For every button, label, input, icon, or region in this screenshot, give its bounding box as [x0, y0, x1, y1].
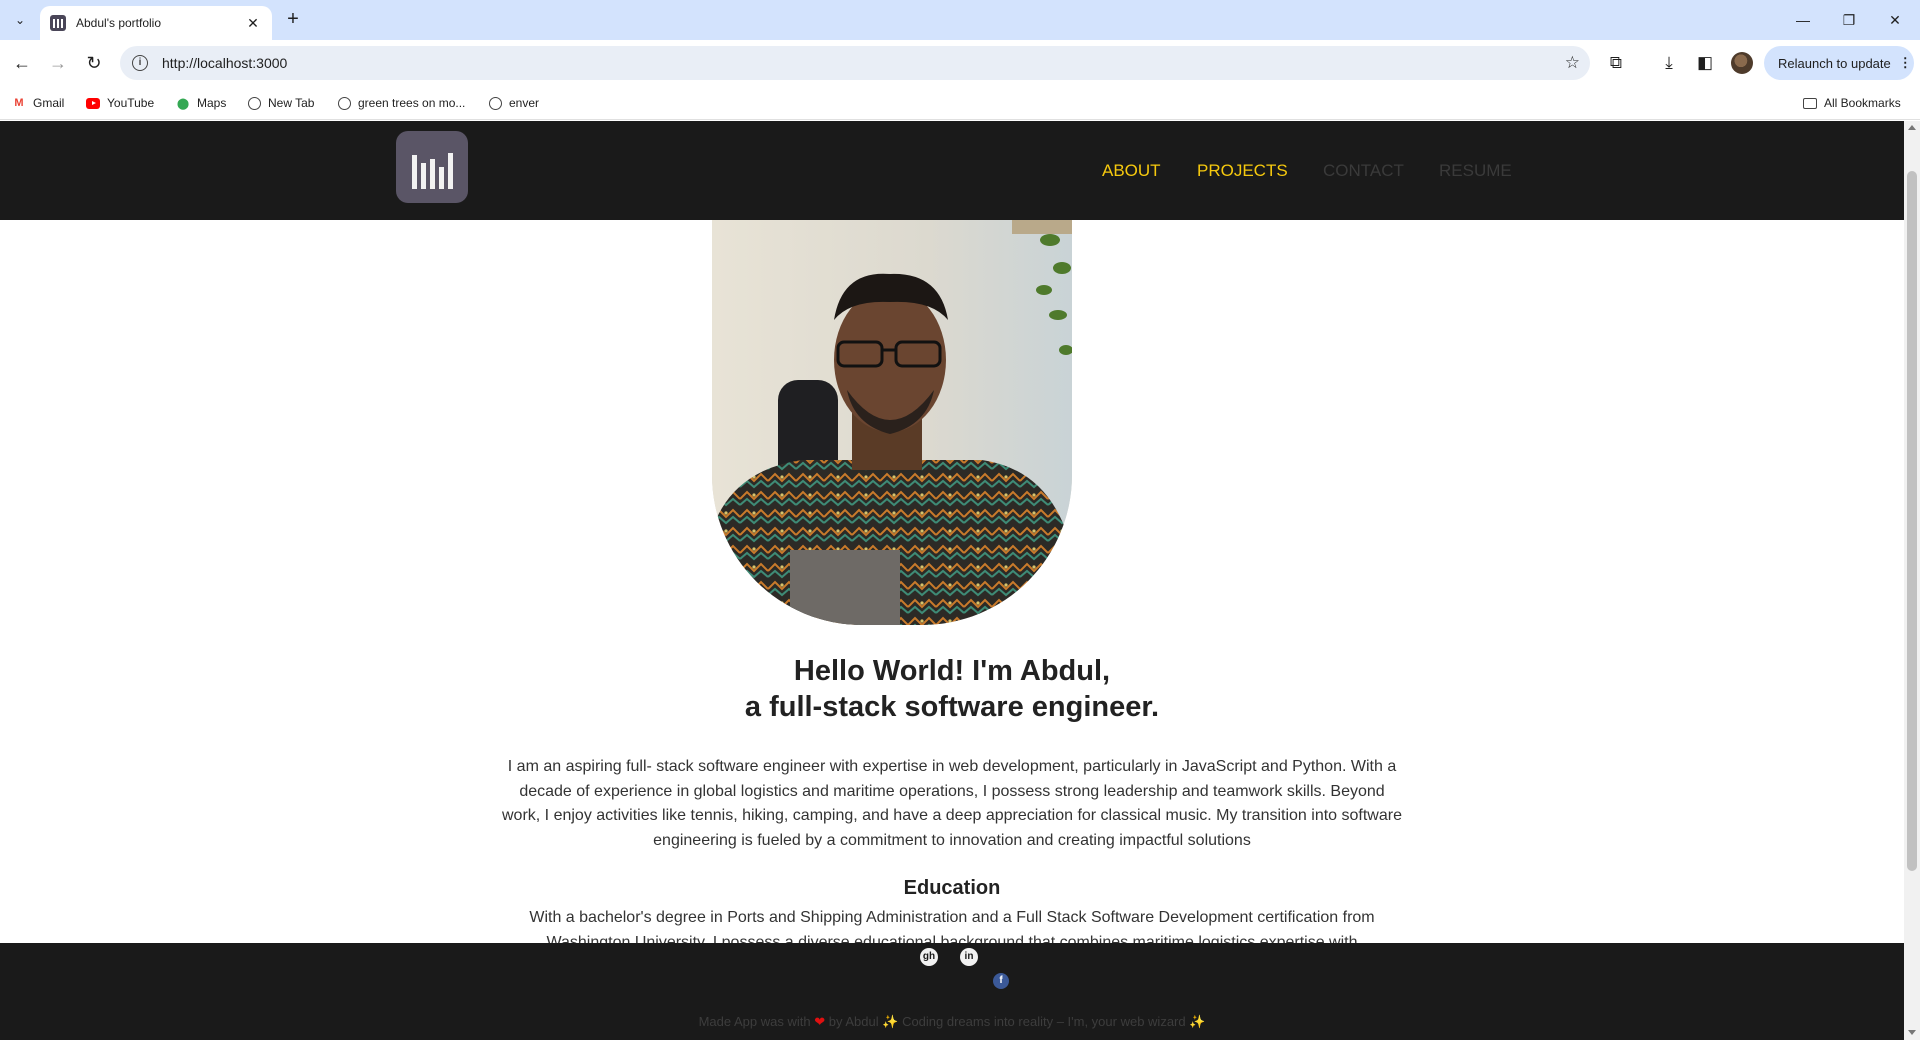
- bookmark-gmail[interactable]: M Gmail: [12, 95, 64, 111]
- relaunch-label: Relaunch to update: [1778, 55, 1891, 71]
- site-header: ABOUT PROJECTS CONTACT RESUME: [0, 121, 1904, 220]
- address-bar[interactable]: i http://localhost:3000 ☆: [120, 46, 1590, 80]
- nav-about[interactable]: ABOUT: [1102, 161, 1161, 181]
- extensions-icon[interactable]: ⧉: [1604, 51, 1628, 75]
- bookmark-new-tab[interactable]: New Tab: [247, 95, 314, 111]
- page-viewport: ABOUT PROJECTS CONTACT RESUME Hello Worl…: [0, 121, 1920, 1040]
- footer-made-with: Made App was with: [698, 1014, 811, 1029]
- close-tab-icon[interactable]: ✕: [244, 15, 262, 32]
- tab-strip: ⌄ Abdul's portfolio ✕ + — ❐ ✕: [0, 0, 1920, 40]
- bookmark-label: green trees on mo...: [358, 96, 466, 110]
- bookmark-label: Gmail: [33, 96, 65, 110]
- site-info-icon[interactable]: i: [132, 55, 148, 71]
- relaunch-button[interactable]: Relaunch to update ⋮: [1764, 46, 1914, 80]
- page-scrollbar[interactable]: [1904, 121, 1920, 1040]
- bookmarks-bar: M Gmail YouTube ⬤ Maps New Tab green tre…: [0, 86, 1920, 120]
- github-icon[interactable]: gh: [920, 948, 938, 966]
- about-paragraph: I am an aspiring full- stack software en…: [502, 758, 1402, 849]
- hero-heading: Hello World! I'm Abdul, a full-stack sof…: [0, 653, 1904, 725]
- bookmark-maps[interactable]: ⬤ Maps: [176, 95, 227, 111]
- bookmark-star-icon[interactable]: ☆: [1565, 53, 1580, 73]
- minimize-icon[interactable]: —: [1780, 8, 1826, 32]
- profile-avatar[interactable]: [1731, 52, 1753, 74]
- footer-credit: Made App was with ❤ by Abdul ✨ Coding dr…: [0, 1014, 1904, 1030]
- back-icon[interactable]: ←: [10, 51, 34, 75]
- education-heading: Education: [903, 877, 1001, 899]
- globe-icon: [247, 96, 261, 110]
- footer-by: by Abdul: [828, 1014, 879, 1029]
- bookmark-label: New Tab: [268, 96, 315, 110]
- hero-heading-line2: a full-stack software engineer.: [744, 691, 1160, 723]
- sparkle-icon: ✨: [882, 1014, 899, 1029]
- side-panel-icon[interactable]: ◧: [1693, 51, 1717, 75]
- profile-photo: [712, 220, 1072, 625]
- sparkle-icon: ✨: [1189, 1014, 1206, 1029]
- nav-projects[interactable]: PROJECTS: [1197, 161, 1288, 181]
- gmail-icon: M: [14, 97, 24, 109]
- folder-icon: [1803, 96, 1817, 110]
- facebook-icon[interactable]: f: [993, 973, 1009, 989]
- site-favicon-icon: [50, 15, 66, 31]
- bookmark-label: YouTube: [107, 96, 155, 110]
- new-tab-button[interactable]: +: [282, 9, 304, 31]
- bookmark-green-trees[interactable]: green trees on mo...: [337, 95, 465, 111]
- bookmark-label: Maps: [197, 96, 227, 110]
- globe-icon: [337, 96, 351, 110]
- scroll-up-icon[interactable]: [1908, 125, 1916, 130]
- maps-pin-icon: ⬤: [176, 97, 190, 110]
- bookmark-label: enver: [509, 96, 540, 110]
- tab-title: Abdul's portfolio: [76, 16, 162, 30]
- browser-toolbar: ← → ↻ i http://localhost:3000 ☆ ⧉ ⤓ ◧: [0, 40, 1920, 86]
- linkedin-icon[interactable]: in: [960, 948, 978, 966]
- hero-heading-line1: Hello World! I'm Abdul,: [793, 655, 1111, 687]
- restore-icon[interactable]: ❐: [1826, 8, 1872, 32]
- nav-contact[interactable]: CONTACT: [1323, 161, 1404, 181]
- globe-icon: [488, 96, 502, 110]
- more-menu-icon[interactable]: ⋮: [1899, 55, 1912, 71]
- scroll-down-icon[interactable]: [1908, 1030, 1916, 1035]
- tab-active[interactable]: Abdul's portfolio ✕: [40, 6, 272, 40]
- bookmark-enver[interactable]: enver: [488, 95, 539, 111]
- scroll-thumb[interactable]: [1907, 171, 1917, 871]
- site-logo[interactable]: [396, 131, 468, 203]
- url-text[interactable]: http://localhost:3000: [162, 55, 287, 71]
- all-bookmarks-label: All Bookmarks: [1824, 96, 1901, 110]
- download-icon[interactable]: ⤓: [1657, 51, 1681, 75]
- window-close-icon[interactable]: ✕: [1872, 8, 1918, 32]
- youtube-icon: [86, 96, 100, 110]
- reload-icon[interactable]: ↻: [82, 51, 106, 75]
- nav-resume[interactable]: RESUME: [1439, 161, 1512, 181]
- all-bookmarks[interactable]: All Bookmarks: [1803, 95, 1901, 111]
- forward-icon[interactable]: →: [46, 51, 70, 75]
- footer-tagline: Coding dreams into reality – I'm, your w…: [902, 1014, 1186, 1029]
- tab-search-chevron-icon[interactable]: ⌄: [8, 8, 32, 32]
- bookmark-youtube[interactable]: YouTube: [86, 95, 154, 111]
- heart-icon: ❤: [814, 1014, 826, 1029]
